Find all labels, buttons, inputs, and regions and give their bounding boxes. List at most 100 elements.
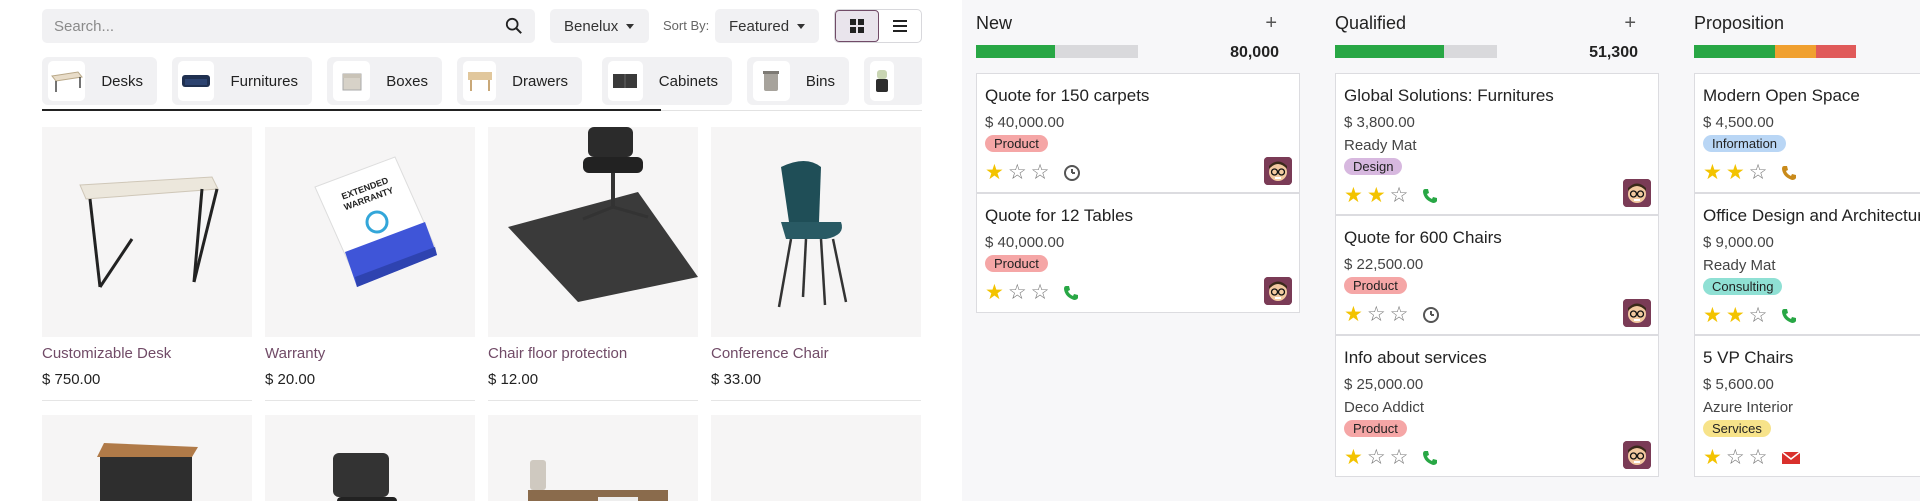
product-card[interactable]: Chair floor protection $ 12.00: [488, 127, 698, 401]
priority-star-icon[interactable]: ★: [985, 162, 1004, 183]
card-footer: ★ ☆ ☆: [1344, 303, 1650, 327]
product-name[interactable]: Conference Chair: [711, 345, 921, 362]
column-progress-bar[interactable]: [976, 45, 1138, 58]
add-card-icon[interactable]: +: [1265, 12, 1277, 35]
phone-icon[interactable]: [1422, 188, 1438, 204]
priority-star-icon[interactable]: ★: [1726, 305, 1745, 326]
envelope-icon[interactable]: [1781, 450, 1801, 466]
product-card[interactable]: EXTENDED WARRANTY Warranty $ 20.00: [265, 127, 475, 401]
priority-star-icon[interactable]: ★: [985, 282, 1004, 303]
avatar[interactable]: [1264, 277, 1292, 305]
avatar[interactable]: [1623, 179, 1651, 207]
cabinet-thumbnail: [608, 61, 643, 101]
phone-icon[interactable]: [1063, 285, 1079, 301]
avatar[interactable]: [1264, 157, 1292, 185]
priority-star-icon[interactable]: ★: [1703, 305, 1722, 326]
pricelist-label: Benelux: [564, 17, 619, 35]
tag-badge: Information: [1703, 135, 1787, 152]
app-root: Search... Benelux Sort By: Featured Desk…: [0, 0, 1920, 501]
priority-star-icon[interactable]: ☆: [1390, 304, 1409, 325]
phone-icon[interactable]: [1422, 450, 1438, 466]
priority-star-icon[interactable]: ☆: [1726, 447, 1745, 468]
priority-star-icon[interactable]: ★: [1726, 162, 1745, 183]
priority-star-icon[interactable]: ☆: [1367, 447, 1386, 468]
progress-segment[interactable]: [1335, 45, 1444, 58]
priority-star-icon[interactable]: ☆: [1031, 282, 1050, 303]
card-footer: ★ ☆ ☆: [1703, 446, 1920, 470]
product-name[interactable]: Chair floor protection: [488, 345, 698, 362]
product-card[interactable]: [265, 415, 475, 501]
opportunity-card[interactable]: Quote for 12 Tables $ 40,000.00 Product ★ ☆ ☆: [976, 193, 1300, 313]
opportunity-card[interactable]: Office Design and Architecture $ 9,000.00…: [1694, 193, 1920, 335]
phone-icon[interactable]: [1781, 165, 1797, 181]
product-card[interactable]: Customizable Desk $ 750.00: [42, 127, 252, 401]
crm-pipeline: New +80,000 Quote for 150 carpets $ 40,000.…: [962, 0, 1920, 501]
category-drawers[interactable]: Drawers: [457, 57, 582, 105]
chevron-down-icon: [797, 23, 806, 29]
progress-segment[interactable]: [1815, 45, 1856, 58]
add-card-icon[interactable]: +: [1624, 12, 1636, 35]
lamp-thumbnail: [870, 61, 894, 101]
product-name[interactable]: Warranty: [265, 345, 475, 362]
product-price: $ 20.00: [265, 371, 316, 388]
category-desks[interactable]: Desks: [42, 57, 157, 105]
priority-star-icon[interactable]: ★: [1344, 304, 1363, 325]
category-cabinets[interactable]: Cabinets: [602, 57, 732, 105]
column-title[interactable]: New: [976, 13, 1012, 34]
progress-segment[interactable]: [1775, 45, 1816, 58]
column-progress-bar[interactable]: [1694, 45, 1856, 58]
category-furnitures[interactable]: Furnitures: [172, 57, 312, 105]
column-title[interactable]: Proposition: [1694, 13, 1784, 34]
chevron-down-icon: [626, 23, 635, 29]
tag-badge: Product: [1344, 420, 1407, 437]
clock-icon[interactable]: [1422, 306, 1440, 324]
grid-view-button[interactable]: [835, 10, 879, 42]
priority-star-icon[interactable]: ☆: [1390, 447, 1409, 468]
divider: [42, 400, 252, 401]
opportunity-card[interactable]: Modern Open Space $ 4,500.00 Information ★ ★…: [1694, 73, 1920, 193]
product-image: [42, 127, 252, 337]
priority-star-icon[interactable]: ☆: [1749, 162, 1768, 183]
product-card[interactable]: [711, 415, 921, 501]
card-footer: ★ ☆ ☆: [985, 281, 1291, 305]
priority-star-icon[interactable]: ★: [1344, 185, 1363, 206]
opportunity-card[interactable]: 5 VP Chairs $ 5,600.00 Azure Interior Servi…: [1694, 335, 1920, 477]
progress-segment[interactable]: [1694, 45, 1775, 58]
product-card[interactable]: [42, 415, 252, 501]
opportunity-card[interactable]: Global Solutions: Furnitures $ 3,800.00 Re…: [1335, 73, 1659, 215]
priority-star-icon[interactable]: ☆: [1008, 282, 1027, 303]
avatar[interactable]: [1623, 299, 1651, 327]
priority-star-icon[interactable]: ☆: [1749, 305, 1768, 326]
priority-star-icon[interactable]: ★: [1703, 447, 1722, 468]
category-boxes[interactable]: Boxes: [327, 57, 442, 105]
product-card[interactable]: Conference Chair $ 33.00: [711, 127, 921, 401]
search-icon[interactable]: [505, 17, 523, 35]
avatar[interactable]: [1623, 441, 1651, 469]
category-label: Desks: [101, 72, 143, 90]
product-image: [488, 127, 698, 337]
priority-star-icon[interactable]: ★: [1367, 185, 1386, 206]
priority-star-icon[interactable]: ☆: [1390, 185, 1409, 206]
category-bins[interactable]: Bins: [747, 57, 849, 105]
search-input[interactable]: Search...: [42, 9, 535, 43]
progress-segment[interactable]: [976, 45, 1056, 58]
priority-star-icon[interactable]: ☆: [1367, 304, 1386, 325]
sort-dropdown[interactable]: Featured: [715, 9, 819, 43]
priority-star-icon[interactable]: ★: [1703, 162, 1722, 183]
category-lamps[interactable]: [864, 57, 922, 105]
clock-icon[interactable]: [1063, 164, 1081, 182]
phone-icon[interactable]: [1781, 308, 1797, 324]
priority-star-icon[interactable]: ☆: [1031, 162, 1050, 183]
list-view-button[interactable]: [879, 10, 921, 42]
column-title[interactable]: Qualified: [1335, 13, 1406, 34]
column-progress-bar[interactable]: [1335, 45, 1497, 58]
pricelist-dropdown[interactable]: Benelux: [550, 9, 649, 43]
priority-star-icon[interactable]: ☆: [1008, 162, 1027, 183]
opportunity-card[interactable]: Info about services $ 25,000.00 Deco Addic…: [1335, 335, 1659, 477]
priority-star-icon[interactable]: ☆: [1749, 447, 1768, 468]
product-card[interactable]: [488, 415, 698, 501]
opportunity-card[interactable]: Quote for 150 carpets $ 40,000.00 Product ★…: [976, 73, 1300, 193]
opportunity-card[interactable]: Quote for 600 Chairs $ 22,500.00 Product ★ ☆…: [1335, 215, 1659, 335]
priority-star-icon[interactable]: ★: [1344, 447, 1363, 468]
product-name[interactable]: Customizable Desk: [42, 345, 252, 362]
